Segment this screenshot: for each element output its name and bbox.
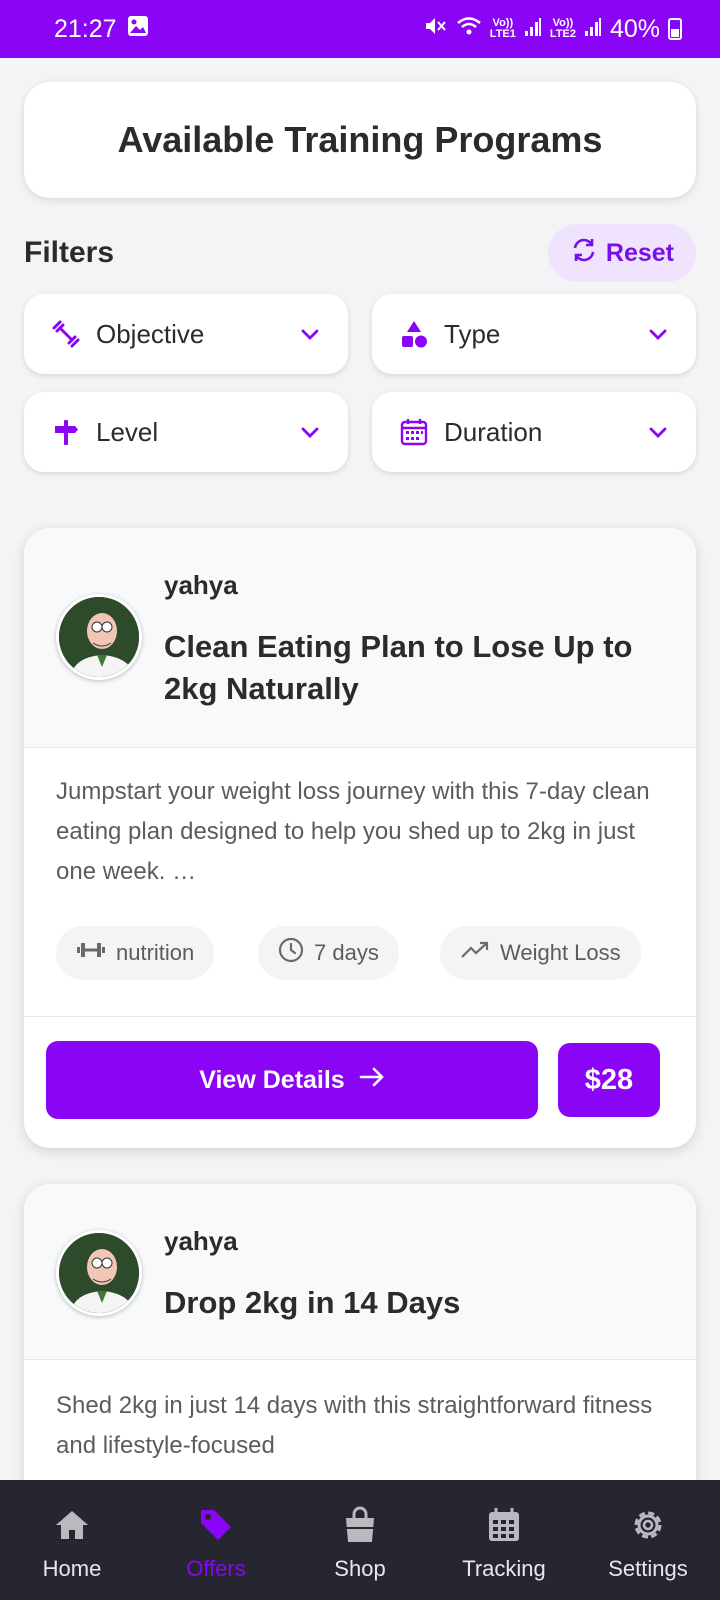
filter-duration[interactable]: Duration <box>372 392 696 472</box>
tag-label: 7 days <box>314 940 379 965</box>
filter-label: Level <box>96 416 159 447</box>
nav-shop[interactable]: Shop <box>288 1480 432 1600</box>
page-title: Available Training Programs <box>117 119 603 160</box>
filters-title: Filters <box>24 236 115 269</box>
author-name: yahya <box>164 1226 238 1256</box>
filter-label: Type <box>444 318 501 349</box>
filter-type[interactable]: Type <box>372 294 696 374</box>
sim2-label: Vo)) LTE2 <box>549 17 576 40</box>
chevron-down-icon <box>646 322 670 346</box>
reset-button[interactable]: Reset <box>547 224 696 282</box>
calendar-icon <box>398 416 430 448</box>
signpost-icon <box>50 416 82 448</box>
reset-label: Reset <box>605 238 674 267</box>
image-icon <box>127 15 149 44</box>
avatar <box>56 1230 142 1316</box>
gear-icon <box>629 1506 667 1544</box>
avatar <box>56 594 142 680</box>
card-header: yahya Drop 2kg in 14 Days <box>24 1184 696 1360</box>
wifi-icon <box>456 15 482 44</box>
filter-label: Objective <box>96 318 205 349</box>
status-time: 21:27 <box>54 14 117 43</box>
tag-type: nutrition <box>56 926 215 980</box>
signal-icon <box>584 15 602 44</box>
dumbbell-icon <box>50 318 82 350</box>
filter-level[interactable]: Level <box>24 392 348 472</box>
home-icon <box>53 1506 91 1544</box>
nav-settings[interactable]: Settings <box>576 1480 720 1600</box>
tag-icon <box>197 1506 235 1544</box>
main-content: Available Training Programs Filters Rese… <box>0 58 720 1480</box>
nav-label: Tracking <box>462 1556 546 1581</box>
nav-tracking[interactable]: Tracking <box>432 1480 576 1600</box>
status-bar: 21:27 Vo)) LTE1 Vo)) LTE2 40% <box>0 0 720 58</box>
signal-icon <box>524 15 542 44</box>
price-badge: $28 <box>558 1043 660 1117</box>
program-description: Jumpstart your weight loss journey with … <box>56 778 650 885</box>
program-title: Drop 2kg in 14 Days <box>164 1285 461 1320</box>
trend-icon <box>460 940 490 966</box>
filters-header: Filters Reset <box>24 224 696 282</box>
clock-icon <box>278 937 304 969</box>
refresh-icon <box>570 236 598 271</box>
program-description: Shed 2kg in just 14 days with this strai… <box>56 1392 653 1459</box>
nav-offers[interactable]: Offers <box>144 1480 288 1600</box>
battery-icon <box>668 18 682 40</box>
author-name: yahya <box>164 570 238 600</box>
tag-duration: 7 days <box>258 926 399 980</box>
filter-label: Duration <box>444 416 543 447</box>
view-details-button[interactable]: View Details <box>46 1041 538 1119</box>
sim1-label: Vo)) LTE1 <box>489 17 516 40</box>
nav-label: Settings <box>608 1556 688 1581</box>
card-footer: View Details $28 <box>24 1016 696 1148</box>
mute-icon <box>424 15 448 44</box>
nav-label: Offers <box>186 1556 246 1581</box>
tag-label: nutrition <box>116 940 195 965</box>
shapes-icon <box>398 318 430 350</box>
shopping-bag-icon <box>341 1506 379 1544</box>
chevron-down-icon <box>646 420 670 444</box>
chevron-down-icon <box>298 322 322 346</box>
nav-label: Home <box>42 1556 102 1581</box>
program-card[interactable]: yahya Drop 2kg in 14 Days Shed 2kg in ju… <box>24 1184 696 1480</box>
nav-label: Shop <box>334 1556 386 1581</box>
card-header: yahya Clean Eating Plan to Lose Up to 2k… <box>24 528 696 748</box>
filter-objective[interactable]: Objective <box>24 294 348 374</box>
tag-objective: Weight Loss <box>440 926 641 980</box>
header-card: Available Training Programs <box>24 82 696 198</box>
dumbbell-icon <box>76 940 106 966</box>
program-title: Clean Eating Plan to Lose Up to 2kg Natu… <box>164 629 633 706</box>
battery-text: 40% <box>609 14 660 43</box>
view-details-label: View Details <box>199 1065 345 1094</box>
calendar-icon <box>485 1506 523 1544</box>
nav-home[interactable]: Home <box>0 1480 144 1600</box>
arrow-right-icon <box>359 1066 385 1095</box>
bottom-nav: Home Offers Shop Tracking Settings <box>0 1480 720 1600</box>
chevron-down-icon <box>298 420 322 444</box>
program-card[interactable]: yahya Clean Eating Plan to Lose Up to 2k… <box>24 528 696 1148</box>
tag-label: Weight Loss <box>500 940 621 965</box>
